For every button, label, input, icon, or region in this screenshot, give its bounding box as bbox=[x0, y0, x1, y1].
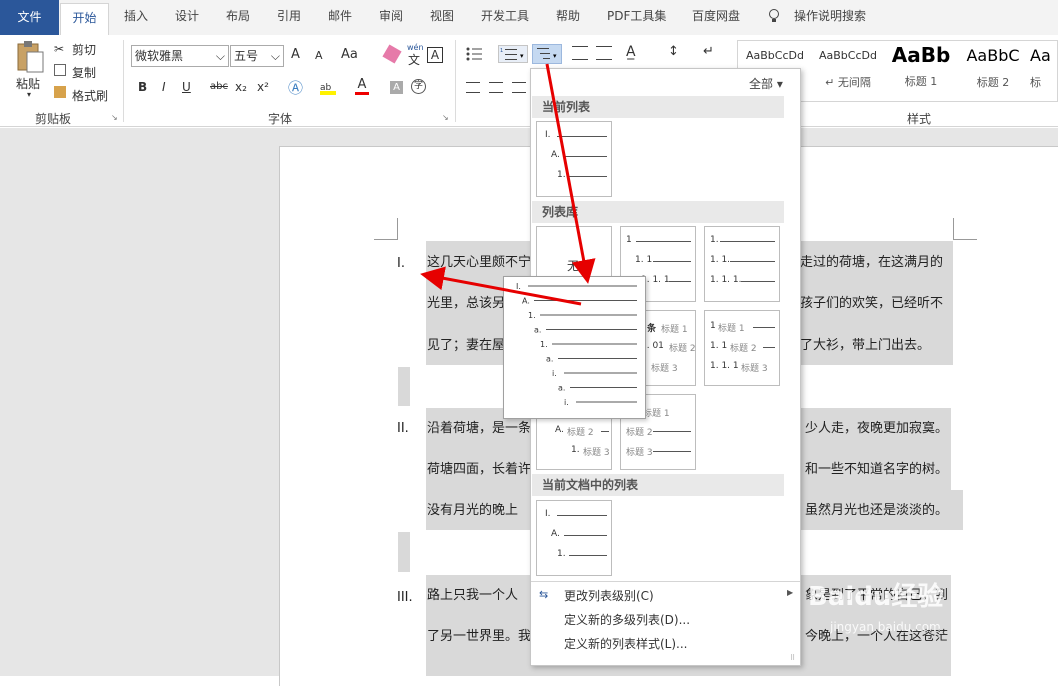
watermark-brand: Baidu经验 bbox=[808, 582, 944, 612]
arrow-line bbox=[420, 266, 582, 306]
watermark-url: jingyan.baidu.com bbox=[830, 620, 941, 634]
arrow-line bbox=[545, 63, 596, 284]
annotation-arrows bbox=[420, 63, 596, 306]
